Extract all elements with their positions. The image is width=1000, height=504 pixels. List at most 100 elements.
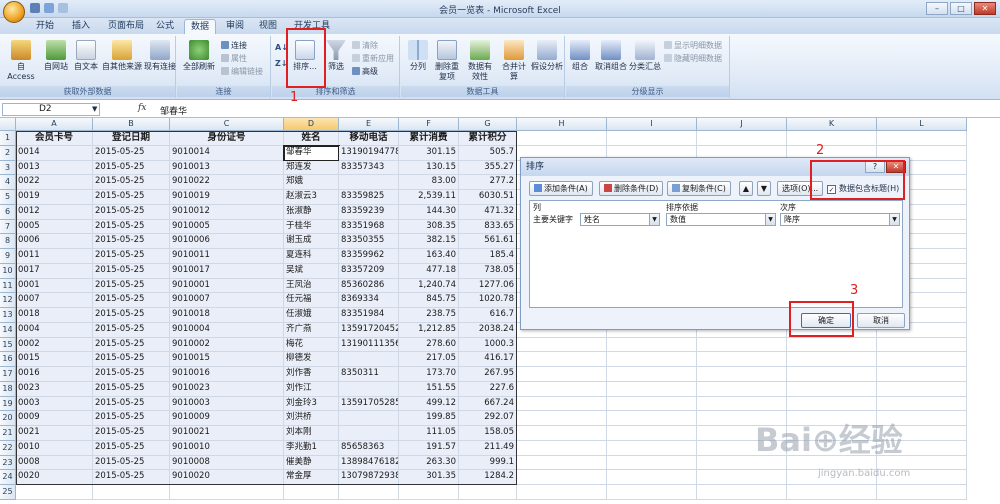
table-cell[interactable] xyxy=(93,485,170,500)
table-cell[interactable]: 83359239 xyxy=(339,204,399,220)
table-cell[interactable]: 任淑娥 xyxy=(284,308,339,323)
table-cell[interactable]: 83359825 xyxy=(339,190,399,205)
table-cell[interactable]: 0022 xyxy=(16,175,93,190)
table-cell[interactable]: 0017 xyxy=(16,263,93,279)
table-cell[interactable]: 夏连科 xyxy=(284,249,339,264)
table-cell[interactable] xyxy=(877,367,967,382)
row-header[interactable]: 6 xyxy=(0,204,16,220)
table-cell[interactable]: 158.05 xyxy=(459,426,517,441)
table-cell[interactable]: 9010002 xyxy=(170,337,284,353)
table-cell[interactable]: 85658363 xyxy=(339,440,399,456)
row-header[interactable]: 9 xyxy=(0,249,16,264)
table-cell[interactable]: 刘洪桥 xyxy=(284,411,339,426)
name-box-dropdown-icon[interactable]: ▼ xyxy=(92,104,97,115)
table-cell[interactable]: 邹春华 xyxy=(283,144,340,162)
table-header-cell[interactable]: 身份证号 xyxy=(170,131,284,146)
column-header[interactable]: J xyxy=(697,118,787,131)
ungroup-button[interactable]: 取消组合 xyxy=(594,40,628,72)
edit-links-button[interactable]: 编辑链接 xyxy=(221,66,263,77)
table-cell[interactable]: 9010020 xyxy=(170,470,284,485)
table-cell[interactable]: 2015-05-25 xyxy=(93,440,170,456)
table-cell[interactable] xyxy=(787,367,877,382)
copy-level-button[interactable]: 复制条件(C) xyxy=(667,181,731,196)
reapply-button[interactable]: 重新应用 xyxy=(352,53,394,64)
table-cell[interactable]: 9010023 xyxy=(170,381,284,397)
order-select[interactable]: 降序 ▼ xyxy=(780,213,900,226)
table-cell[interactable]: 111.05 xyxy=(399,426,459,441)
table-cell[interactable] xyxy=(517,352,607,367)
table-cell[interactable]: 0012 xyxy=(16,204,93,220)
table-cell[interactable]: 833.65 xyxy=(459,219,517,235)
table-cell[interactable]: 416.17 xyxy=(459,352,517,367)
table-cell[interactable]: 2015-05-25 xyxy=(93,381,170,397)
table-cell[interactable] xyxy=(517,411,607,426)
table-cell[interactable]: 13591720452 xyxy=(339,322,399,338)
column-header[interactable]: C xyxy=(170,118,284,131)
table-cell[interactable]: 263.30 xyxy=(399,455,459,471)
table-cell[interactable] xyxy=(697,470,787,485)
maximize-button[interactable]: □ xyxy=(950,2,972,15)
row-header[interactable]: 21 xyxy=(0,426,16,441)
table-cell[interactable]: 0015 xyxy=(16,352,93,367)
what-if-button[interactable]: 假设分析 xyxy=(531,40,563,72)
table-cell[interactable]: 83357209 xyxy=(339,263,399,279)
table-cell[interactable]: 2015-05-25 xyxy=(93,308,170,323)
table-header-cell[interactable]: 会员卡号 xyxy=(16,131,93,146)
table-cell[interactable]: 9010017 xyxy=(170,263,284,279)
table-cell[interactable] xyxy=(284,485,339,500)
minimize-button[interactable]: – xyxy=(926,2,948,15)
table-cell[interactable]: 85360286 xyxy=(339,278,399,294)
table-cell[interactable]: 0021 xyxy=(16,426,93,441)
row-header[interactable]: 10 xyxy=(0,263,16,279)
table-cell[interactable]: 0001 xyxy=(16,278,93,294)
row-header[interactable]: 3 xyxy=(0,160,16,176)
filter-button[interactable]: 筛选 xyxy=(324,40,348,72)
table-cell[interactable]: 382.15 xyxy=(399,234,459,249)
from-text-button[interactable]: 自文本 xyxy=(72,40,100,72)
row-header[interactable]: 13 xyxy=(0,308,16,323)
table-cell[interactable]: 2015-05-25 xyxy=(93,426,170,441)
table-cell[interactable]: 83350355 xyxy=(339,234,399,249)
table-cell[interactable] xyxy=(697,381,787,397)
table-cell[interactable]: 13190111356 xyxy=(339,337,399,353)
formula-input[interactable]: 邹春华 xyxy=(160,104,187,117)
table-cell[interactable]: 8350311 xyxy=(339,367,399,382)
table-cell[interactable]: 2015-05-25 xyxy=(93,396,170,412)
table-cell[interactable]: 0010 xyxy=(16,440,93,456)
table-cell[interactable]: 催美静 xyxy=(284,455,339,471)
table-cell[interactable] xyxy=(16,485,93,500)
table-cell[interactable] xyxy=(517,470,607,485)
table-cell[interactable]: 9010001 xyxy=(170,278,284,294)
table-cell[interactable]: 2015-05-25 xyxy=(93,455,170,471)
table-cell[interactable]: 471.32 xyxy=(459,204,517,220)
table-cell[interactable]: 505.7 xyxy=(459,145,517,161)
table-cell[interactable] xyxy=(517,440,607,456)
table-cell[interactable]: 477.18 xyxy=(399,263,459,279)
table-cell[interactable]: 吴斌 xyxy=(284,263,339,279)
table-cell[interactable] xyxy=(517,337,607,353)
table-cell[interactable] xyxy=(607,485,697,500)
table-cell[interactable]: 999.1 xyxy=(459,455,517,471)
table-cell[interactable]: 0003 xyxy=(16,396,93,412)
table-cell[interactable]: 刘作江 xyxy=(284,381,339,397)
table-cell[interactable]: 0006 xyxy=(16,234,93,249)
name-box[interactable]: D2 xyxy=(2,103,100,116)
table-cell[interactable]: 9010012 xyxy=(170,204,284,220)
table-cell[interactable]: 常金厚 xyxy=(284,470,339,485)
column-header[interactable]: H xyxy=(517,118,607,131)
table-cell[interactable]: 9010013 xyxy=(170,160,284,176)
from-other-sources-button[interactable]: 自其他来源 xyxy=(102,40,142,72)
table-cell[interactable] xyxy=(607,455,697,471)
table-cell[interactable]: 2015-05-25 xyxy=(93,204,170,220)
remove-duplicates-button[interactable]: 删除重复项 xyxy=(433,40,461,82)
table-cell[interactable]: 郑连发 xyxy=(284,160,339,176)
row-header[interactable]: 12 xyxy=(0,293,16,308)
tab-insert[interactable]: 插入 xyxy=(66,19,96,34)
table-cell[interactable]: 2015-05-25 xyxy=(93,145,170,161)
row-header[interactable]: 17 xyxy=(0,367,16,382)
table-header-cell[interactable]: 累计积分 xyxy=(459,131,517,146)
row-header[interactable]: 23 xyxy=(0,455,16,471)
table-cell[interactable] xyxy=(339,426,399,441)
table-cell[interactable]: 9010011 xyxy=(170,249,284,264)
table-cell[interactable] xyxy=(787,352,877,367)
